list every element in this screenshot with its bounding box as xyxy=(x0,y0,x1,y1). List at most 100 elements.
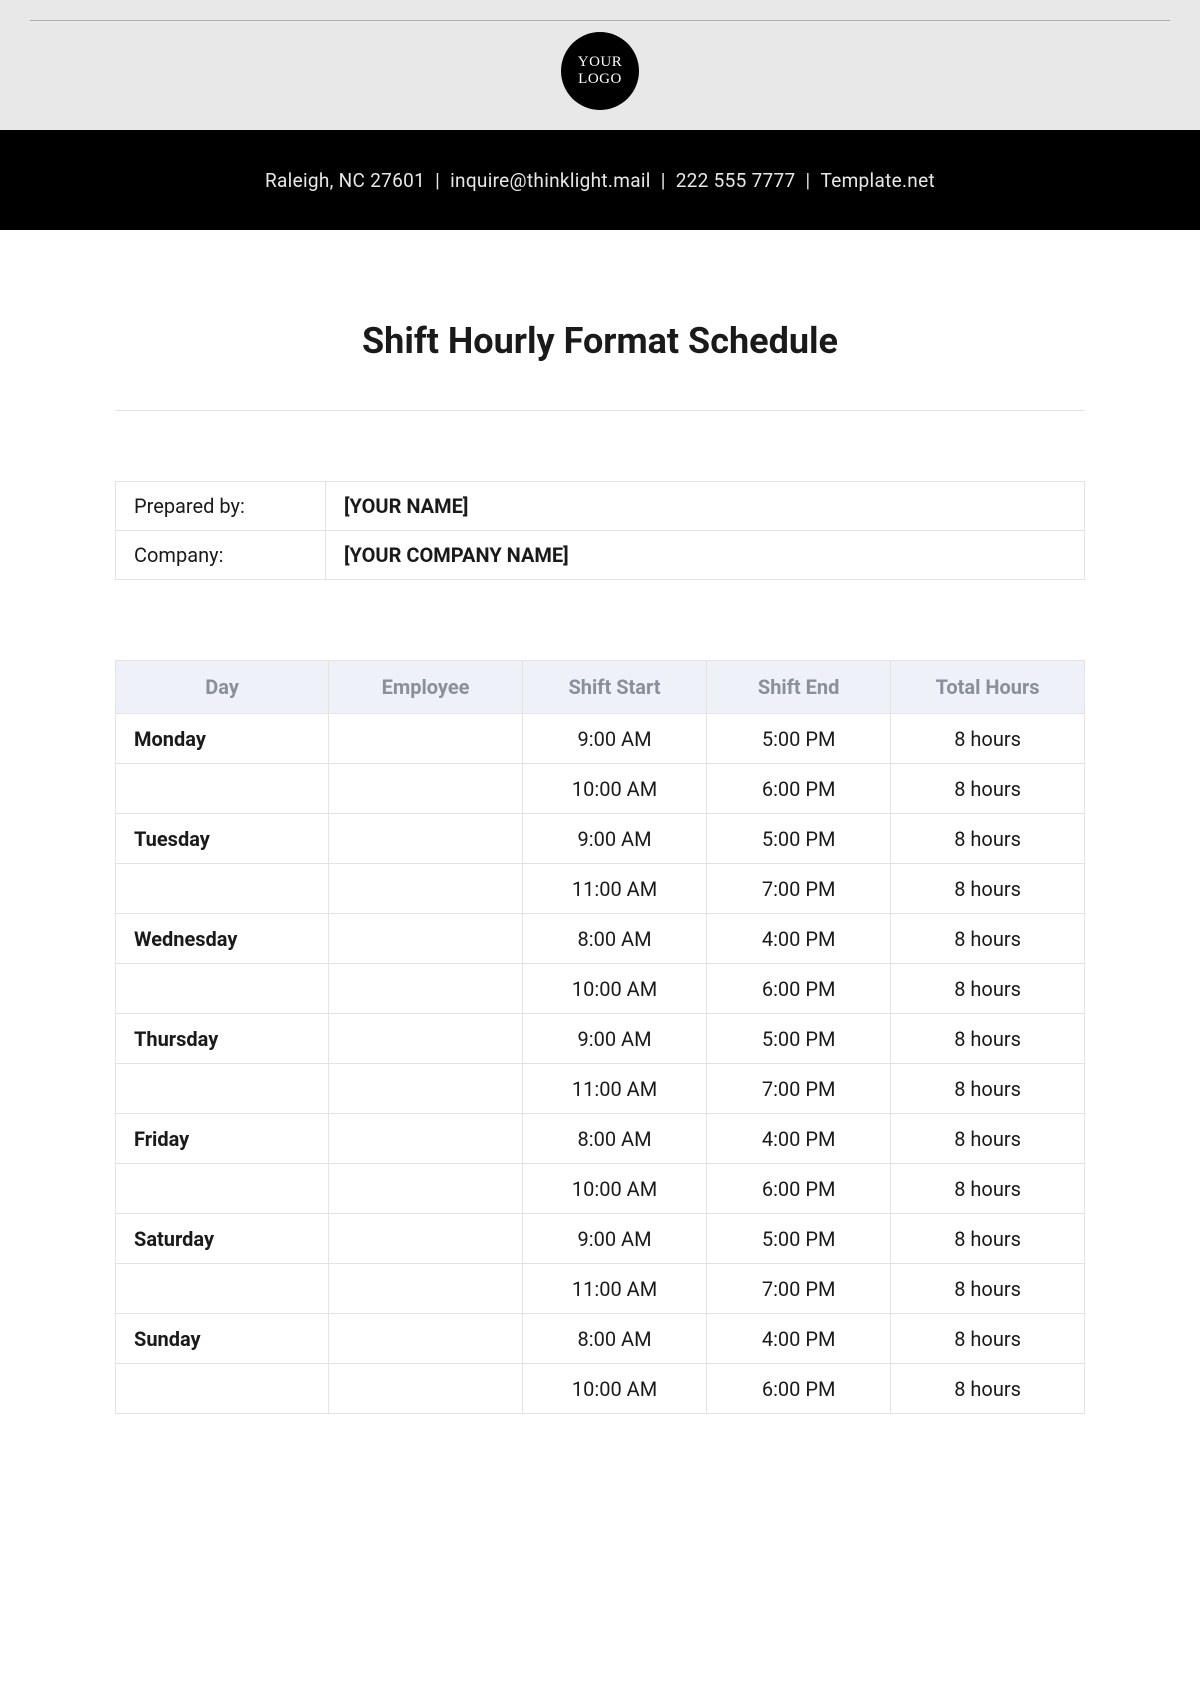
meta-label-company: Company: xyxy=(116,531,326,580)
cell-employee xyxy=(329,1314,523,1364)
col-header-end: Shift End xyxy=(707,661,891,714)
table-row: Wednesday8:00 AM4:00 PM8 hours xyxy=(116,914,1085,964)
table-row: 10:00 AM6:00 PM8 hours xyxy=(116,964,1085,1014)
meta-table: Prepared by: [YOUR NAME] Company: [YOUR … xyxy=(115,481,1085,580)
cell-employee xyxy=(329,1214,523,1264)
cell-total: 8 hours xyxy=(891,1164,1085,1214)
cell-total: 8 hours xyxy=(891,714,1085,764)
cell-day xyxy=(116,1064,329,1114)
cell-day xyxy=(116,1264,329,1314)
title-divider xyxy=(115,410,1085,411)
cell-day: Monday xyxy=(116,714,329,764)
cell-end: 4:00 PM xyxy=(707,914,891,964)
cell-start: 11:00 AM xyxy=(522,1064,706,1114)
meta-row-prepared: Prepared by: [YOUR NAME] xyxy=(116,482,1085,531)
header-address: Raleigh, NC 27601 xyxy=(265,169,425,192)
header-sep: | xyxy=(796,169,821,192)
meta-row-company: Company: [YOUR COMPANY NAME] xyxy=(116,531,1085,580)
meta-value-prepared: [YOUR NAME] xyxy=(326,482,1085,531)
table-row: 10:00 AM6:00 PM8 hours xyxy=(116,1364,1085,1414)
cell-total: 8 hours xyxy=(891,1314,1085,1364)
cell-end: 7:00 PM xyxy=(707,1064,891,1114)
cell-start: 10:00 AM xyxy=(522,964,706,1014)
cell-start: 10:00 AM xyxy=(522,1164,706,1214)
cell-employee xyxy=(329,1264,523,1314)
cell-day: Wednesday xyxy=(116,914,329,964)
cell-start: 8:00 AM xyxy=(522,1314,706,1364)
cell-day xyxy=(116,1164,329,1214)
cell-total: 8 hours xyxy=(891,1014,1085,1064)
table-row: Friday8:00 AM4:00 PM8 hours xyxy=(116,1114,1085,1164)
table-row: Thursday 9:00 AM5:00 PM8 hours xyxy=(116,1014,1085,1064)
cell-end: 6:00 PM xyxy=(707,964,891,1014)
meta-value-company: [YOUR COMPANY NAME] xyxy=(326,531,1085,580)
logo-placeholder: YOUR LOGO xyxy=(561,32,639,110)
meta-label-prepared: Prepared by: xyxy=(116,482,326,531)
cell-day xyxy=(116,964,329,1014)
header-sep: | xyxy=(651,169,676,192)
cell-employee xyxy=(329,814,523,864)
cell-day xyxy=(116,864,329,914)
cell-end: 4:00 PM xyxy=(707,1114,891,1164)
cell-total: 8 hours xyxy=(891,1214,1085,1264)
cell-end: 6:00 PM xyxy=(707,1364,891,1414)
cell-end: 5:00 PM xyxy=(707,1014,891,1064)
cell-total: 8 hours xyxy=(891,864,1085,914)
cell-start: 11:00 AM xyxy=(522,864,706,914)
cell-employee xyxy=(329,914,523,964)
cell-start: 11:00 AM xyxy=(522,1264,706,1314)
cell-total: 8 hours xyxy=(891,1114,1085,1164)
cell-total: 8 hours xyxy=(891,1064,1085,1114)
col-header-start: Shift Start xyxy=(522,661,706,714)
cell-employee xyxy=(329,1164,523,1214)
cell-end: 5:00 PM xyxy=(707,714,891,764)
cell-start: 10:00 AM xyxy=(522,1364,706,1414)
frame-border-top xyxy=(30,20,1170,21)
logo-line-1: YOUR xyxy=(578,54,623,71)
cell-end: 5:00 PM xyxy=(707,1214,891,1264)
cell-employee xyxy=(329,1014,523,1064)
cell-day: Saturday xyxy=(116,1214,329,1264)
cell-end: 4:00 PM xyxy=(707,1314,891,1364)
cell-end: 5:00 PM xyxy=(707,814,891,864)
cell-start: 10:00 AM xyxy=(522,764,706,814)
cell-day: Thursday xyxy=(116,1014,329,1064)
header-site: Template.net xyxy=(821,169,935,192)
cell-total: 8 hours xyxy=(891,814,1085,864)
table-row: 11:00 AM7:00 PM8 hours xyxy=(116,1264,1085,1314)
cell-employee xyxy=(329,1114,523,1164)
page-frame: YOUR LOGO Raleigh, NC 27601 | inquire@th… xyxy=(0,0,1200,1474)
cell-end: 7:00 PM xyxy=(707,864,891,914)
cell-total: 8 hours xyxy=(891,764,1085,814)
col-header-employee: Employee xyxy=(329,661,523,714)
cell-employee xyxy=(329,714,523,764)
header-black-band: Raleigh, NC 27601 | inquire@thinklight.m… xyxy=(0,130,1200,230)
header-email: inquire@thinklight.mail xyxy=(450,169,651,192)
cell-start: 9:00 AM xyxy=(522,814,706,864)
cell-total: 8 hours xyxy=(891,1364,1085,1414)
document-content: Shift Hourly Format Schedule Prepared by… xyxy=(0,230,1200,1474)
schedule-table: Day Employee Shift Start Shift End Total… xyxy=(115,660,1085,1414)
cell-day xyxy=(116,1364,329,1414)
logo-line-2: LOGO xyxy=(578,71,622,88)
table-row: 10:00 AM6:00 PM8 hours xyxy=(116,764,1085,814)
header-grey-band: YOUR LOGO xyxy=(0,0,1200,130)
table-row: Saturday9:00 AM5:00 PM8 hours xyxy=(116,1214,1085,1264)
cell-employee xyxy=(329,1364,523,1414)
cell-total: 8 hours xyxy=(891,964,1085,1014)
cell-day: Sunday xyxy=(116,1314,329,1364)
cell-day: Tuesday xyxy=(116,814,329,864)
table-row: Sunday 8:00 AM4:00 PM8 hours xyxy=(116,1314,1085,1364)
page-title: Shift Hourly Format Schedule xyxy=(115,320,1085,362)
table-row: 11:00 AM7:00 PM8 hours xyxy=(116,1064,1085,1114)
cell-end: 7:00 PM xyxy=(707,1264,891,1314)
schedule-header-row: Day Employee Shift Start Shift End Total… xyxy=(116,661,1085,714)
cell-employee xyxy=(329,964,523,1014)
cell-day xyxy=(116,764,329,814)
cell-start: 9:00 AM xyxy=(522,1014,706,1064)
table-row: Tuesday 9:00 AM5:00 PM8 hours xyxy=(116,814,1085,864)
cell-employee xyxy=(329,864,523,914)
cell-end: 6:00 PM xyxy=(707,1164,891,1214)
cell-total: 8 hours xyxy=(891,914,1085,964)
cell-employee xyxy=(329,1064,523,1114)
